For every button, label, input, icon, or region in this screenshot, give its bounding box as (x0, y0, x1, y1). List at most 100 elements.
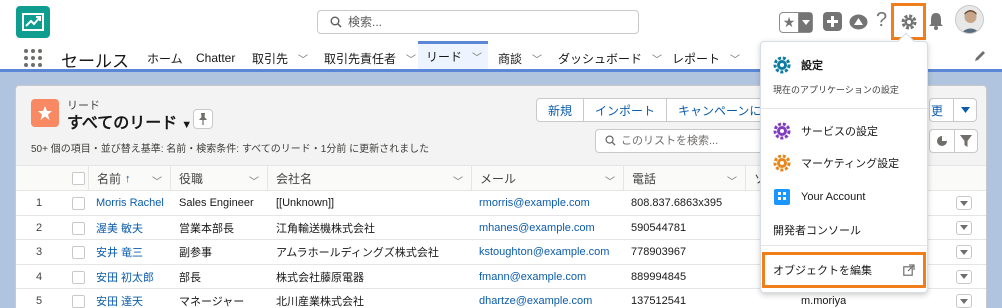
row-action-button[interactable] (956, 269, 972, 284)
lead-email-link[interactable]: fmann@example.com (479, 265, 586, 289)
lead-name-link[interactable]: 安田 初太郎 (96, 265, 154, 289)
row-checkbox[interactable] (72, 246, 85, 260)
global-search[interactable] (317, 10, 639, 34)
row-action-button[interactable] (956, 220, 972, 235)
menu-item-developer-console[interactable]: 開発者コンソール (761, 222, 927, 238)
row-checkbox[interactable] (72, 270, 85, 284)
row-checkbox[interactable] (72, 221, 85, 235)
menu-item-edit-object[interactable]: オブジェクトを編集 (762, 252, 926, 288)
lead-email-link[interactable]: mhanes@example.com (479, 216, 595, 240)
pin-icon (199, 113, 207, 125)
chevron-down-icon[interactable]: ﹀ (406, 51, 416, 66)
list-subtitle: 50+ 個の項目・並び替え基準: 名前・検索条件: すべてのリード・1分前 に更… (31, 144, 430, 155)
favorites-star-icon: ★ (782, 14, 796, 30)
marketing-setup-icon (773, 154, 791, 172)
column-header-name[interactable]: 名前 ↑ ﹀ (88, 166, 171, 191)
menu-item-setup[interactable]: 設定 (761, 56, 927, 74)
nav-item-dashboards[interactable]: ダッシュボード ﹀ (558, 44, 662, 72)
nav-item-leads[interactable]: リード ﹀ (418, 41, 488, 69)
lead-name-link[interactable]: Morris Rachel (96, 191, 164, 215)
service-setup-icon (773, 122, 791, 140)
lead-company: 江角輸送機株式会社 (276, 222, 375, 235)
setup-gear-icon (773, 56, 791, 74)
lead-name-link[interactable]: 渥美 敏夫 (96, 216, 143, 240)
more-actions-button[interactable] (953, 98, 977, 122)
setup-gear-icon (901, 14, 916, 29)
nav-item-home[interactable]: ホーム (147, 44, 183, 72)
chevron-down-icon[interactable]: ﹀ (532, 51, 542, 66)
account-icon (773, 188, 791, 206)
menu-item-service-setup[interactable]: サービスの設定 (761, 122, 927, 140)
nav-item-reports[interactable]: レポート ﹀ (672, 44, 740, 72)
column-header-title[interactable]: 役職 ﹀ (171, 166, 268, 191)
caret-down-icon: ▼ (181, 119, 193, 131)
chevron-down-icon[interactable]: ﹀ (298, 51, 308, 66)
app-name: セールス (61, 52, 129, 71)
lead-email-link[interactable]: rmorris@example.com (479, 191, 590, 215)
help-icon[interactable]: ? (876, 9, 887, 32)
row-number: 2 (36, 221, 43, 234)
nav-item-opportunities[interactable]: 商談 ﹀ (498, 44, 542, 72)
app-launcher-icon[interactable] (24, 49, 42, 67)
list-action-buttons: 新規 インポート キャンペーンに追加 (536, 98, 798, 122)
chevron-down-icon[interactable]: ﹀ (249, 173, 259, 188)
column-header-company[interactable]: 会社名 ﹀ (268, 166, 472, 191)
lead-email-link[interactable]: kstoughton@example.com (479, 240, 609, 264)
row-number: 1 (36, 197, 43, 209)
add-icon[interactable] (823, 12, 842, 34)
chevron-down-icon[interactable]: ﹀ (453, 173, 463, 188)
chevron-down-icon[interactable]: ﹀ (727, 173, 737, 188)
favorites-button[interactable]: ★ (779, 12, 813, 33)
notification-bell-icon[interactable] (928, 12, 944, 33)
chevron-down-icon[interactable]: ﹀ (152, 173, 162, 188)
lead-title: 部長 (179, 271, 201, 284)
sort-ascending-icon: ↑ (125, 172, 131, 185)
change-owner-button[interactable]: 更 (929, 98, 955, 122)
lead-phone: 137512541 (631, 295, 687, 308)
chevron-down-icon[interactable]: ﹀ (472, 49, 482, 64)
row-action-button[interactable] (956, 245, 972, 260)
global-search-input[interactable] (348, 14, 628, 30)
chevron-down-icon[interactable]: ﹀ (605, 173, 615, 188)
trailhead-icon[interactable] (849, 13, 868, 33)
pin-list-button[interactable] (193, 109, 213, 129)
row-action-button[interactable] (956, 294, 972, 308)
lead-phone: 590544781 (631, 221, 687, 234)
list-view-selector[interactable]: すべてのリード ▼ (67, 109, 192, 133)
filter-button[interactable] (954, 129, 978, 153)
nav-item-chatter[interactable]: Chatter (196, 44, 235, 72)
lead-title: 副参事 (179, 247, 212, 260)
lead-name-link[interactable]: 安井 竜三 (96, 240, 143, 264)
setup-menu: 設定 現在のアプリケーションの設定 サービスの設定 マーケティング設定 Your… (760, 32, 928, 293)
charts-button[interactable] (929, 129, 955, 153)
chevron-down-icon[interactable]: ﹀ (730, 51, 740, 66)
row-checkbox[interactable] (72, 295, 85, 308)
user-avatar[interactable] (955, 5, 984, 34)
new-button[interactable]: 新規 (536, 98, 585, 122)
lead-object-icon (31, 99, 59, 127)
row-checkbox[interactable] (72, 197, 85, 210)
edit-nav-pencil-icon[interactable] (974, 50, 986, 65)
lead-company: [[Unknown]] (276, 197, 335, 209)
trend-chart-icon (22, 13, 44, 31)
app-logo[interactable] (16, 6, 50, 38)
filter-icon (960, 135, 972, 147)
column-header-email[interactable]: メール ﹀ (472, 166, 624, 191)
nav-item-contacts[interactable]: 取引先責任者 ﹀ (324, 44, 416, 72)
list-search[interactable] (595, 129, 775, 153)
column-header-phone[interactable]: 電話 ﹀ (624, 166, 746, 191)
menu-item-marketing-setup[interactable]: マーケティング設定 (761, 154, 927, 172)
favorites-dropdown-icon[interactable] (798, 13, 812, 32)
select-all-checkbox[interactable] (72, 172, 85, 185)
lead-name-link[interactable]: 安田 達天 (96, 289, 143, 308)
chevron-down-icon[interactable]: ﹀ (652, 51, 662, 66)
external-link-icon (903, 264, 915, 279)
import-button[interactable]: インポート (583, 98, 668, 122)
menu-item-your-account[interactable]: Your Account (761, 188, 927, 206)
list-search-input[interactable] (621, 133, 761, 149)
row-number: 3 (36, 246, 43, 259)
row-action-button[interactable] (956, 196, 972, 210)
nav-item-accounts[interactable]: 取引先 ﹀ (252, 44, 308, 72)
lead-email-link[interactable]: dhartze@example.com (479, 289, 592, 308)
lead-phone: 778903967 (631, 246, 687, 259)
